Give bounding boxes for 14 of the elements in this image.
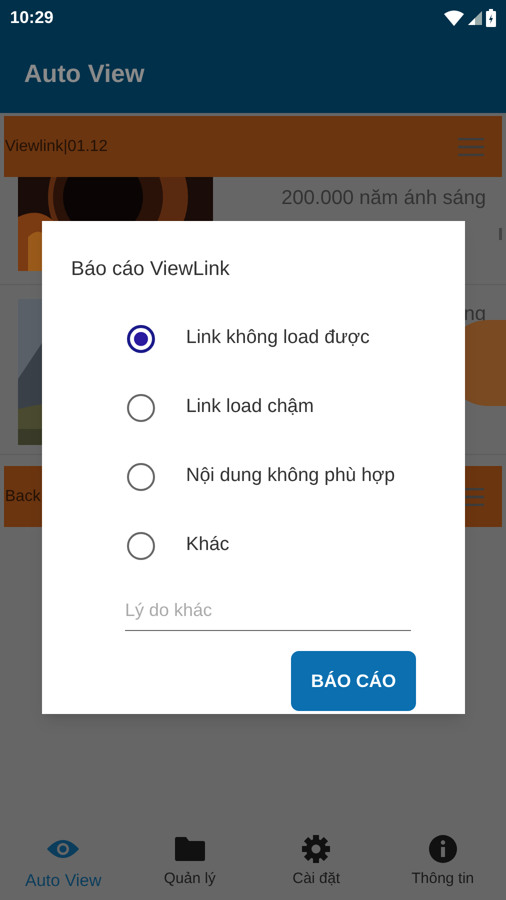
nav-tab[interactable]: Cài đặt bbox=[253, 830, 380, 900]
radio-option[interactable]: Link load chậm bbox=[42, 373, 465, 442]
nav-tab[interactable]: Quản lý bbox=[126, 830, 253, 900]
dialog-title: Báo cáo ViewLink bbox=[71, 257, 231, 282]
section-header: Back bbox=[4, 486, 41, 506]
input-field[interactable]: Lý do khác bbox=[125, 591, 411, 631]
status-time: 10:29 bbox=[10, 7, 54, 30]
nav-tab[interactable]: Thông tin bbox=[380, 830, 506, 900]
radio-option[interactable]: Khác bbox=[42, 511, 465, 580]
app-title: Auto View bbox=[24, 58, 144, 90]
section-header: Viewlink|01.12 bbox=[4, 136, 108, 156]
radio-option[interactable]: Link không load được bbox=[42, 304, 465, 373]
radio-option[interactable]: Nội dung không phù hợp bbox=[42, 442, 465, 511]
report-button[interactable]: BÁO CÁO bbox=[291, 651, 416, 711]
